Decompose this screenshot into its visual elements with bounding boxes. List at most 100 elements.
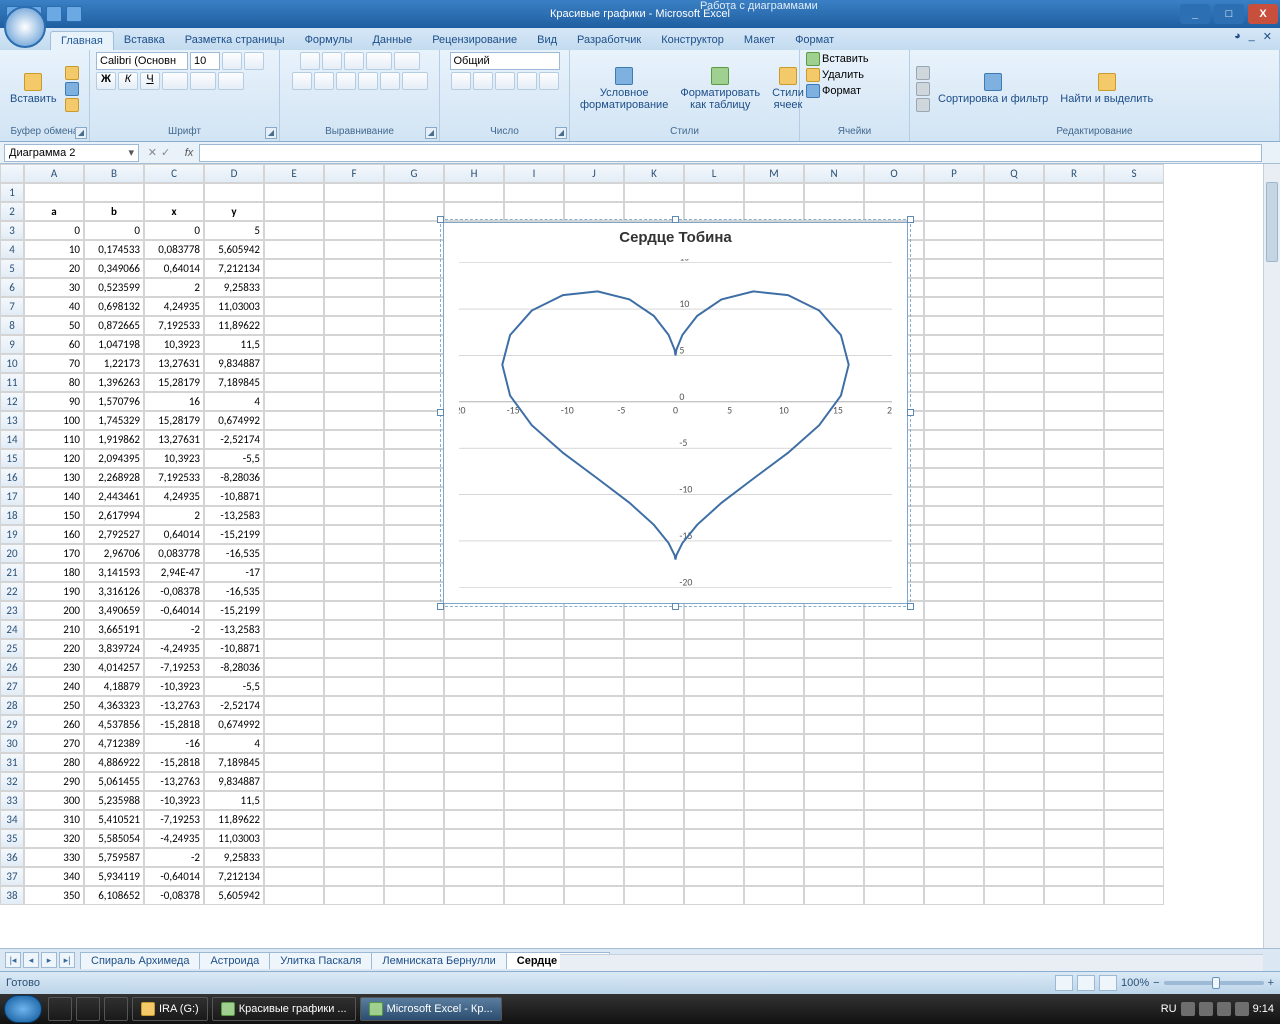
cell[interactable] bbox=[1104, 848, 1164, 867]
cell[interactable] bbox=[444, 829, 504, 848]
cell[interactable]: 280 bbox=[24, 753, 84, 772]
column-header[interactable]: F bbox=[324, 164, 384, 183]
quick-launch-ie-icon[interactable] bbox=[48, 997, 72, 1021]
cell[interactable]: 3,316126 bbox=[84, 582, 144, 601]
column-header[interactable]: S bbox=[1104, 164, 1164, 183]
cell[interactable]: 4,886922 bbox=[84, 753, 144, 772]
cell[interactable]: 6,108652 bbox=[84, 886, 144, 905]
cell[interactable] bbox=[504, 734, 564, 753]
cell[interactable] bbox=[1104, 468, 1164, 487]
doc-close-icon[interactable]: ✕ bbox=[1263, 30, 1272, 43]
row-header[interactable]: 24 bbox=[0, 620, 24, 639]
cell[interactable] bbox=[864, 639, 924, 658]
row-header[interactable]: 8 bbox=[0, 316, 24, 335]
cell[interactable]: 5,934119 bbox=[84, 867, 144, 886]
row-header[interactable]: 2 bbox=[0, 202, 24, 221]
cell[interactable] bbox=[324, 430, 384, 449]
cell[interactable] bbox=[1044, 297, 1104, 316]
cell[interactable] bbox=[864, 183, 924, 202]
cell[interactable] bbox=[1044, 487, 1104, 506]
cell[interactable] bbox=[264, 620, 324, 639]
cell[interactable] bbox=[744, 696, 804, 715]
row-header[interactable]: 28 bbox=[0, 696, 24, 715]
cell[interactable] bbox=[504, 810, 564, 829]
cell[interactable] bbox=[1104, 544, 1164, 563]
font-name-combo[interactable]: Calibri (Основн bbox=[96, 52, 188, 70]
column-header[interactable]: G bbox=[384, 164, 444, 183]
cell[interactable] bbox=[684, 848, 744, 867]
cell[interactable]: -15,2818 bbox=[144, 715, 204, 734]
autosum-icon[interactable] bbox=[916, 66, 930, 80]
cell[interactable] bbox=[924, 658, 984, 677]
column-header[interactable]: L bbox=[684, 164, 744, 183]
cell[interactable]: -0,64014 bbox=[144, 867, 204, 886]
row-header[interactable]: 21 bbox=[0, 563, 24, 582]
cell[interactable]: 230 bbox=[24, 658, 84, 677]
cell[interactable] bbox=[504, 620, 564, 639]
cell[interactable]: 130 bbox=[24, 468, 84, 487]
cell[interactable] bbox=[1104, 658, 1164, 677]
merge-button[interactable] bbox=[402, 72, 428, 90]
cell[interactable] bbox=[324, 791, 384, 810]
cell[interactable]: 340 bbox=[24, 867, 84, 886]
cell[interactable] bbox=[684, 715, 744, 734]
cell[interactable] bbox=[1044, 829, 1104, 848]
cell[interactable] bbox=[624, 715, 684, 734]
cell[interactable] bbox=[984, 392, 1044, 411]
comma-button[interactable] bbox=[495, 72, 515, 90]
close-button[interactable]: X bbox=[1248, 4, 1278, 24]
cell[interactable] bbox=[444, 620, 504, 639]
cell[interactable]: -4,24935 bbox=[144, 829, 204, 848]
cell[interactable]: 0,174533 bbox=[84, 240, 144, 259]
cell[interactable] bbox=[624, 829, 684, 848]
cell[interactable] bbox=[984, 449, 1044, 468]
cell[interactable] bbox=[1104, 886, 1164, 905]
cell[interactable]: 1,745329 bbox=[84, 411, 144, 430]
cell[interactable] bbox=[744, 639, 804, 658]
cell[interactable]: -0,64014 bbox=[144, 601, 204, 620]
cell[interactable] bbox=[564, 753, 624, 772]
cell[interactable] bbox=[324, 278, 384, 297]
cell[interactable] bbox=[264, 639, 324, 658]
cell[interactable] bbox=[384, 297, 444, 316]
cell[interactable] bbox=[504, 696, 564, 715]
resize-handle[interactable] bbox=[907, 603, 914, 610]
cell[interactable]: 5 bbox=[204, 221, 264, 240]
cell[interactable]: 11,03003 bbox=[204, 829, 264, 848]
row-header[interactable]: 5 bbox=[0, 259, 24, 278]
cell[interactable] bbox=[804, 658, 864, 677]
cell[interactable] bbox=[744, 772, 804, 791]
sheet-tab[interactable]: Спираль Архимеда bbox=[80, 952, 200, 969]
cell[interactable]: -10,8871 bbox=[204, 639, 264, 658]
cell[interactable] bbox=[324, 392, 384, 411]
column-header[interactable]: Q bbox=[984, 164, 1044, 183]
cell[interactable] bbox=[444, 696, 504, 715]
cell[interactable] bbox=[684, 829, 744, 848]
cell[interactable] bbox=[264, 373, 324, 392]
cell[interactable] bbox=[864, 715, 924, 734]
row-header[interactable]: 9 bbox=[0, 335, 24, 354]
cell[interactable] bbox=[384, 601, 444, 620]
cell[interactable]: -7,19253 bbox=[144, 658, 204, 677]
cell[interactable] bbox=[444, 867, 504, 886]
cell[interactable] bbox=[504, 829, 564, 848]
row-header[interactable]: 16 bbox=[0, 468, 24, 487]
cell[interactable] bbox=[1044, 677, 1104, 696]
cell[interactable] bbox=[804, 829, 864, 848]
cell[interactable] bbox=[744, 867, 804, 886]
cell[interactable] bbox=[984, 886, 1044, 905]
cell[interactable] bbox=[1104, 772, 1164, 791]
cell[interactable] bbox=[984, 658, 1044, 677]
column-header[interactable]: R bbox=[1044, 164, 1104, 183]
sheet-tab[interactable]: Улитка Паскаля bbox=[269, 952, 372, 969]
tab-Формат[interactable]: Формат bbox=[785, 31, 844, 50]
cell[interactable] bbox=[1044, 221, 1104, 240]
cell[interactable] bbox=[1044, 582, 1104, 601]
cell[interactable] bbox=[984, 582, 1044, 601]
sheet-tab[interactable]: Лемниската Бернулли bbox=[371, 952, 506, 969]
cell[interactable] bbox=[1104, 639, 1164, 658]
cell[interactable] bbox=[744, 829, 804, 848]
qat-redo-icon[interactable] bbox=[46, 6, 62, 22]
cell[interactable]: -15,2199 bbox=[204, 601, 264, 620]
fill-icon[interactable] bbox=[916, 82, 930, 96]
